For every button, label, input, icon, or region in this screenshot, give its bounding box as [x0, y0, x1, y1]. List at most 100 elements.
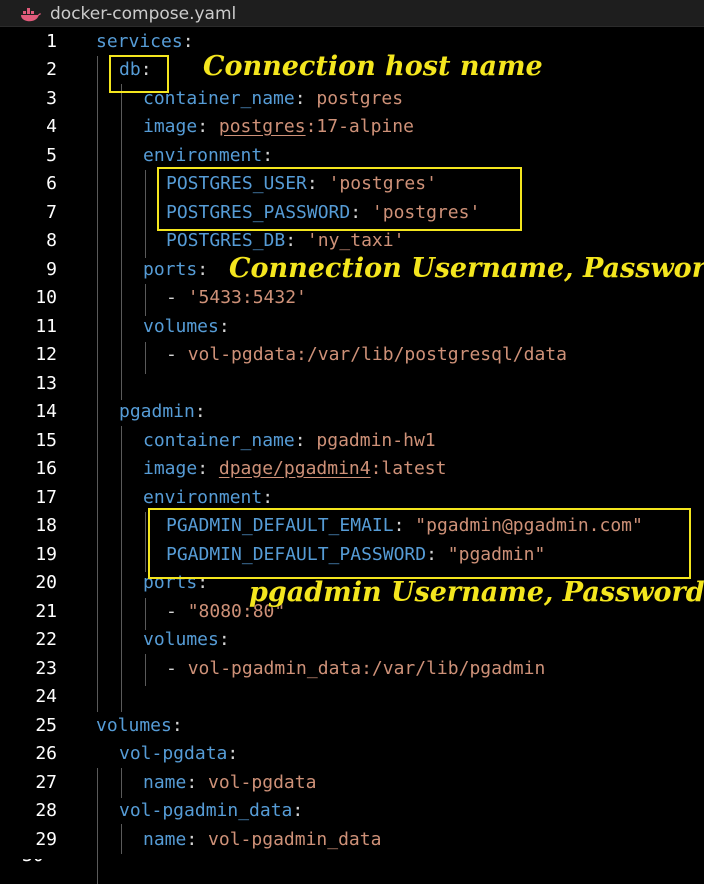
- yaml-dash: -: [166, 601, 188, 622]
- yaml-colon: :: [186, 772, 209, 793]
- yaml-key: volumes: [143, 316, 219, 337]
- code-line[interactable]: 13: [0, 370, 704, 398]
- line-number: 22: [35, 629, 57, 650]
- yaml-key: vol-pgdata: [119, 743, 228, 764]
- code-line[interactable]: 27 name: vol-pgdata: [0, 769, 704, 797]
- image-tag: :latest: [370, 458, 447, 479]
- code-text: image: postgres:17-alpine: [143, 113, 414, 141]
- annotation-connection-credentials: Connection Username, Password: [229, 253, 704, 284]
- yaml-dash: -: [166, 287, 188, 308]
- code-text: volumes:: [143, 626, 230, 654]
- yaml-colon: :: [197, 458, 219, 479]
- code-line[interactable]: 23 - vol-pgadmin_data:/var/lib/pgadmin: [0, 655, 704, 683]
- code-line[interactable]: 12 - vol-pgdata:/var/lib/postgresql/data: [0, 341, 704, 369]
- line-number: 13: [35, 373, 57, 394]
- code-line[interactable]: 16 image: dpage/pgadmin4:latest: [0, 455, 704, 483]
- code-line[interactable]: 24: [0, 683, 704, 711]
- yaml-key: volumes: [96, 715, 172, 736]
- yaml-colon: :: [194, 401, 206, 422]
- line-number: 12: [35, 344, 57, 365]
- highlight-box-db: [109, 55, 169, 93]
- yaml-colon: :: [294, 88, 317, 109]
- line-number: 26: [35, 743, 57, 764]
- line-number: 6: [46, 173, 57, 194]
- yaml-key: container_name: [143, 430, 295, 451]
- code-line[interactable]: 3 container_name: postgres: [0, 85, 704, 113]
- line-number: 4: [46, 116, 57, 137]
- yaml-value: vol-pgdata:/var/lib/postgresql/data: [187, 344, 567, 365]
- line-number: 7: [46, 202, 57, 223]
- tab-docker-compose[interactable]: docker-compose.yaml: [0, 0, 236, 27]
- yaml-key: pgadmin: [119, 401, 195, 422]
- code-text: - '5433:5432': [166, 284, 307, 312]
- tab-title: docker-compose.yaml: [50, 3, 237, 24]
- code-text: volumes:: [96, 712, 183, 740]
- next-line-peek: 30: [0, 859, 704, 865]
- code-line[interactable]: 14 pgadmin:: [0, 398, 704, 426]
- yaml-colon: :: [218, 316, 230, 337]
- line-number: 14: [35, 401, 57, 422]
- code-line[interactable]: 25 volumes:: [0, 712, 704, 740]
- code-text: vol-pgadmin_data:: [119, 797, 303, 825]
- code-text: volumes:: [143, 313, 230, 341]
- yaml-key: POSTGRES_DB: [166, 230, 286, 251]
- yaml-colon: :: [171, 715, 183, 736]
- code-text: - vol-pgdata:/var/lib/postgresql/data: [166, 341, 567, 369]
- highlight-box-postgres-credentials: [157, 167, 522, 231]
- code-line[interactable]: 8 POSTGRES_DB: 'ny_taxi': [0, 227, 704, 255]
- line-number: 11: [35, 316, 57, 337]
- line-number: 15: [35, 430, 57, 451]
- line-number: 28: [35, 800, 57, 821]
- line-number: 24: [35, 686, 57, 707]
- yaml-key: vol-pgadmin_data: [119, 800, 293, 821]
- image-name-link[interactable]: postgres: [219, 116, 306, 137]
- line-number: 19: [35, 544, 57, 565]
- yaml-key: name: [143, 772, 187, 793]
- code-text: container_name: postgres: [143, 85, 403, 113]
- line-number: 9: [46, 259, 57, 280]
- code-text: ports:: [143, 256, 208, 284]
- code-text: pgadmin:: [119, 398, 206, 426]
- yaml-colon: :: [218, 629, 230, 650]
- yaml-key: image: [143, 116, 198, 137]
- line-number: 17: [35, 487, 57, 508]
- annotation-host-name: Connection host name: [203, 51, 543, 82]
- code-line[interactable]: 4 image: postgres:17-alpine: [0, 113, 704, 141]
- line-number: 21: [35, 601, 57, 622]
- yaml-value: vol-pgdata: [208, 772, 317, 793]
- code-text: POSTGRES_DB: 'ny_taxi': [166, 227, 404, 255]
- yaml-colon: :: [186, 829, 209, 850]
- line-number: 1: [46, 31, 57, 52]
- yaml-colon: :: [262, 145, 274, 166]
- line-number: 5: [46, 145, 57, 166]
- highlight-box-pgadmin-credentials: [148, 508, 691, 579]
- code-line[interactable]: 26 vol-pgdata:: [0, 740, 704, 768]
- code-text: environment:: [143, 142, 273, 170]
- yaml-dash: -: [166, 658, 188, 679]
- code-line[interactable]: 29 name: vol-pgadmin_data: [0, 826, 704, 854]
- yaml-value: 'ny_taxi': [306, 230, 405, 251]
- yaml-colon: :: [197, 259, 209, 280]
- code-line[interactable]: 10 - '5433:5432': [0, 284, 704, 312]
- code-text: - vol-pgadmin_data:/var/lib/pgadmin: [166, 655, 545, 683]
- code-line[interactable]: 15 container_name: pgadmin-hw1: [0, 427, 704, 455]
- yaml-value: pgadmin-hw1: [316, 430, 436, 451]
- yaml-key: services: [96, 31, 183, 52]
- line-number: 2: [46, 59, 57, 80]
- code-line[interactable]: 5 environment:: [0, 142, 704, 170]
- yaml-key: name: [143, 829, 187, 850]
- image-tag: :17-alpine: [305, 116, 414, 137]
- yaml-value: vol-pgadmin_data:/var/lib/pgadmin: [187, 658, 546, 679]
- image-name-link[interactable]: dpage/pgadmin4: [219, 458, 371, 479]
- line-number: 16: [35, 458, 57, 479]
- yaml-key: environment: [143, 487, 263, 508]
- code-line[interactable]: 28 vol-pgadmin_data:: [0, 797, 704, 825]
- line-number: 27: [35, 772, 57, 793]
- code-line[interactable]: 11 volumes:: [0, 313, 704, 341]
- code-text: services:: [96, 28, 194, 56]
- code-line[interactable]: 22 volumes:: [0, 626, 704, 654]
- yaml-value: vol-pgadmin_data: [208, 829, 382, 850]
- line-number: 23: [35, 658, 57, 679]
- yaml-value: postgres: [316, 88, 404, 109]
- yaml-colon: :: [294, 430, 317, 451]
